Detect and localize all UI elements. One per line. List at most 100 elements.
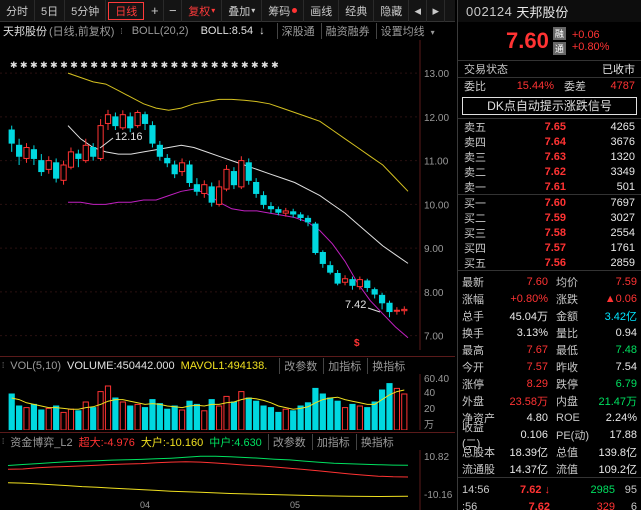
set-ma-button[interactable]: 设置均线 ▾: [375, 23, 441, 39]
stat-value: 7.67: [526, 343, 548, 356]
candle-body: [149, 125, 156, 144]
candle: [164, 154, 171, 168]
x-label-05: 05: [290, 500, 300, 510]
stock-code: 002124: [466, 3, 513, 19]
capital-axis: 10.82 -10.16: [424, 452, 453, 501]
stat-label: 涨跌: [556, 293, 578, 306]
stat-value: 14.37亿: [509, 463, 548, 476]
vol-info-bar: ⁞ VOL(5,10) VOLUME:450442.000 MAVOL1:494…: [0, 356, 455, 374]
capital-title: 资金博弈_L2: [10, 436, 73, 449]
candle: [260, 191, 267, 209]
volume-bar: [230, 401, 238, 430]
tab-fenshi[interactable]: 分时: [0, 0, 35, 22]
orderbook-price: 7.63: [544, 150, 566, 163]
tab-5min[interactable]: 5分钟: [65, 0, 107, 22]
orderbook-bids: 买一 7.60 7697 买二 7.59 3027 买三 7.58 2554 买四 7.57 1761…: [458, 194, 641, 270]
capital-large: 大户:-10.160: [140, 436, 204, 449]
vol-swap-indicator-button[interactable]: 换指标: [367, 357, 405, 374]
boll-params-dropdown[interactable]: ⁞ BOLL(20,2): [120, 25, 194, 37]
stat-label: 今开: [462, 361, 484, 374]
ask-row[interactable]: 卖五 7.65 4265: [458, 119, 641, 134]
orderbook-volume: 7697: [610, 196, 635, 209]
bid-row[interactable]: 买四 7.57 1761: [458, 240, 641, 255]
capital-tick-label: -10.16: [424, 490, 453, 501]
vol-add-indicator-button[interactable]: 加指标: [323, 357, 361, 374]
candle-body: [275, 209, 282, 213]
chips-button[interactable]: 筹码: [262, 0, 305, 22]
zoom-out-button[interactable]: −: [164, 0, 183, 22]
stat-value: ▲0.06: [604, 292, 637, 305]
candle-body: [371, 289, 378, 295]
candle-body: [45, 160, 52, 170]
orderbook-price: 7.59: [544, 211, 566, 224]
candle-body: [82, 144, 89, 162]
candle: [193, 178, 200, 196]
candle: [245, 158, 252, 185]
volume-bar: [23, 407, 30, 430]
boll-params: BOLL(20,2): [131, 25, 189, 37]
ask-row[interactable]: 卖二 7.62 3349: [458, 164, 641, 179]
mavol-line: [11, 389, 405, 410]
orderbook-level-label: 卖二: [464, 166, 486, 179]
volume-bar: [282, 408, 289, 430]
volume-bar: [75, 410, 82, 430]
tab-shengutong[interactable]: 深股通: [276, 23, 315, 39]
back-arrow-icon[interactable]: ◂: [409, 0, 428, 22]
zoom-in-button[interactable]: +: [146, 0, 165, 22]
orderbook-price: 7.62: [544, 165, 566, 178]
overlay-dropdown[interactable]: 叠加 ▾: [222, 0, 263, 22]
draw-line-button[interactable]: 画线: [304, 0, 340, 22]
capital-chart[interactable]: 10.82 -10.16 04 05: [0, 450, 455, 510]
dk-signal-button[interactable]: DK点自动提示涨跌信号: [462, 97, 637, 115]
bid-row[interactable]: 买五 7.56 2859: [458, 255, 641, 270]
price-tick-label: 8.00: [424, 288, 444, 299]
bid-row[interactable]: 买二 7.59 3027: [458, 210, 641, 225]
volume-bar: [171, 405, 178, 430]
boll-lower-line: [68, 188, 409, 339]
volume-bar: [201, 410, 208, 430]
ask-row[interactable]: 卖三 7.63 1320: [458, 149, 641, 164]
volume-chart[interactable]: 60.40 40 20 万: [0, 374, 455, 430]
stat-row: 外盘 23.58万 内盘 21.47万: [458, 392, 641, 409]
stat-label: ROE: [556, 411, 580, 424]
volume-value: VOLUME:450442.000: [66, 359, 175, 372]
bid-row[interactable]: 买一 7.60 7697: [458, 195, 641, 210]
ask-row[interactable]: 卖一 7.61 501: [458, 179, 641, 194]
tab-margin-trading[interactable]: 融资融券: [320, 23, 370, 39]
classic-button[interactable]: 经典: [339, 0, 375, 22]
fuquan-dropdown[interactable]: 复权 ▾: [182, 0, 223, 22]
hide-button[interactable]: 隐藏: [374, 0, 410, 22]
price-row: 7.60 融 通 +0.06 +0.80%: [458, 22, 641, 60]
candle: [112, 112, 119, 130]
vol-param-button[interactable]: 改参数: [279, 357, 317, 374]
capital-param-button[interactable]: 改参数: [267, 433, 306, 450]
bid-row[interactable]: 买三 7.58 2554: [458, 225, 641, 240]
volume-bar: [371, 401, 378, 430]
kline-info-bar: 天邦股份 (日线,前复权) ⁞ BOLL(20,2) BOLL:8.54 ↓ 深股…: [0, 22, 455, 40]
candle-body: [238, 160, 245, 188]
capital-add-indicator-button[interactable]: 加指标: [311, 433, 350, 450]
capital-tick-label: 10.82: [424, 452, 449, 463]
capital-swap-indicator-button[interactable]: 换指标: [355, 433, 394, 450]
volume-bar: [327, 397, 334, 430]
candle-body: [141, 114, 149, 124]
candle-body: [53, 162, 60, 179]
dropdown-arrow-icon: ▾: [430, 28, 435, 37]
chips-label: 筹码: [268, 5, 291, 18]
candle: [253, 178, 260, 198]
tab-daily[interactable]: 日线: [108, 1, 145, 20]
mavol-line: [11, 389, 405, 410]
candle: [149, 121, 156, 148]
stat-row: 最新 7.60 均价 7.59: [458, 273, 641, 290]
dropdown-arrow-icon: ▾: [211, 6, 216, 15]
ask-row[interactable]: 卖四 7.64 3676: [458, 134, 641, 149]
stat-label: 总手: [462, 310, 484, 323]
tab-5day[interactable]: 5日: [35, 0, 66, 22]
stat-value: 8.29: [526, 377, 548, 390]
kline-chart[interactable]: 13.00 12.00 11.00 10.00 9.00 8.00 7.00 ✱ ✱ ✱ ✱…: [0, 40, 455, 350]
stat-label: 最低: [556, 344, 578, 357]
candle-body: [393, 309, 400, 312]
candle-body: [245, 162, 252, 181]
forward-arrow-icon[interactable]: ▸: [427, 0, 446, 22]
volume-bar: [141, 407, 149, 430]
